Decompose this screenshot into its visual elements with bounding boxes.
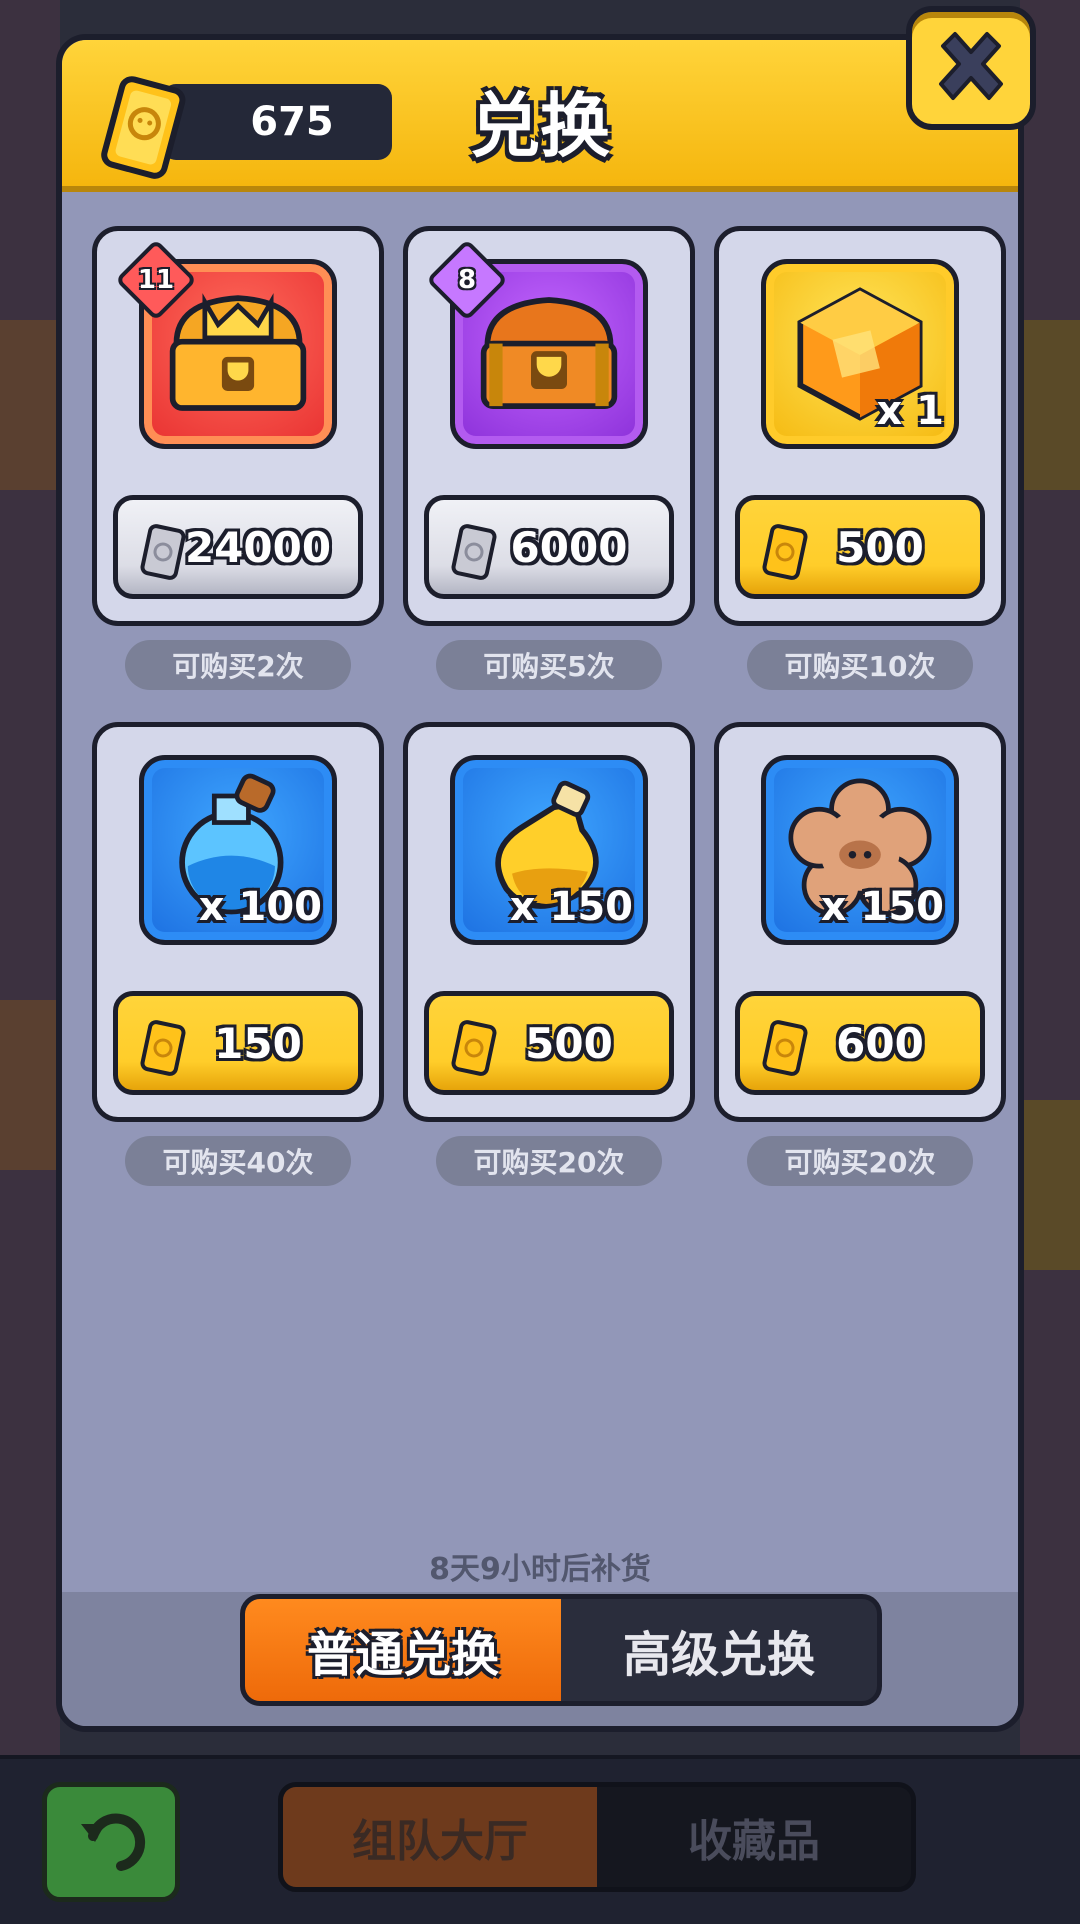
background-left bbox=[0, 0, 60, 1760]
modal-header: 675 兑换 bbox=[62, 40, 1018, 192]
price-button[interactable]: 500 bbox=[735, 495, 985, 599]
item-icon-frame: x 100 bbox=[139, 755, 337, 945]
tab-advanced-exchange[interactable]: 高级兑换 bbox=[561, 1599, 877, 1701]
item-icon-frame: x 1 bbox=[761, 259, 959, 449]
item-quantity: x 150 bbox=[509, 884, 633, 930]
modal-title: 兑换 bbox=[470, 85, 610, 167]
item-icon-frame: x 150 bbox=[761, 755, 959, 945]
bottom-tabs: 组队大厅 收藏品 bbox=[278, 1782, 916, 1892]
item-card[interactable]: 11 24000 bbox=[92, 226, 384, 626]
price-value: 500 bbox=[836, 522, 924, 572]
exchange-modal: 675 兑换 11 24000 可购买2次 8 6000 可购买5次 x 1 5… bbox=[56, 34, 1024, 1732]
price-button[interactable]: 500 bbox=[424, 991, 674, 1095]
back-button[interactable] bbox=[42, 1782, 180, 1902]
price-value: 600 bbox=[836, 1018, 924, 1068]
item-card[interactable]: x 1 500 bbox=[714, 226, 1006, 626]
item-quantity: x 150 bbox=[820, 884, 944, 930]
level-value: 11 bbox=[137, 265, 175, 295]
background-right bbox=[1020, 0, 1080, 1760]
restock-timer: 8天9小时后补货 bbox=[429, 1552, 651, 1587]
purchase-limit-label: 可购买20次 bbox=[436, 1136, 662, 1186]
close-x-icon bbox=[939, 32, 1003, 100]
price-button[interactable]: 150 bbox=[113, 991, 363, 1095]
gold-ticket-icon bbox=[762, 1020, 808, 1076]
item-card[interactable]: x 150 500 bbox=[403, 722, 695, 1122]
price-button[interactable]: 24000 bbox=[113, 495, 363, 599]
gold-ticket-icon bbox=[140, 1020, 186, 1076]
purchase-limit-label: 可购买40次 bbox=[125, 1136, 351, 1186]
item-card[interactable]: 8 6000 bbox=[403, 226, 695, 626]
tab-normal-exchange[interactable]: 普通兑换 bbox=[245, 1599, 561, 1701]
price-value: 150 bbox=[214, 1018, 302, 1068]
item-card[interactable]: x 150 600 bbox=[714, 722, 1006, 1122]
item-icon-frame: x 150 bbox=[450, 755, 648, 945]
silver-ticket-icon bbox=[451, 524, 497, 580]
gold-ticket-icon bbox=[101, 76, 186, 179]
gold-ticket-icon bbox=[762, 524, 808, 580]
close-button[interactable] bbox=[906, 6, 1036, 130]
purchase-limit-label: 可购买20次 bbox=[747, 1136, 973, 1186]
bottom-tab-team-lobby[interactable]: 组队大厅 bbox=[283, 1787, 597, 1887]
price-button[interactable]: 6000 bbox=[424, 495, 674, 599]
silver-ticket-icon bbox=[140, 524, 186, 580]
price-button[interactable]: 600 bbox=[735, 991, 985, 1095]
bottom-tab-collectibles[interactable]: 收藏品 bbox=[597, 1787, 911, 1887]
item-card[interactable]: x 100 150 bbox=[92, 722, 384, 1122]
level-value: 8 bbox=[457, 265, 477, 295]
purchase-limit-label: 可购买5次 bbox=[436, 640, 662, 690]
purchase-limit-label: 可购买10次 bbox=[747, 640, 973, 690]
price-value: 500 bbox=[525, 1018, 613, 1068]
item-quantity: x 1 bbox=[876, 388, 944, 434]
exchange-tabs: 普通兑换 高级兑换 bbox=[240, 1594, 882, 1706]
gold-ticket-icon bbox=[451, 1020, 497, 1076]
back-arrow-icon bbox=[81, 1813, 146, 1871]
item-quantity: x 100 bbox=[198, 884, 322, 930]
purchase-limit-label: 可购买2次 bbox=[125, 640, 351, 690]
